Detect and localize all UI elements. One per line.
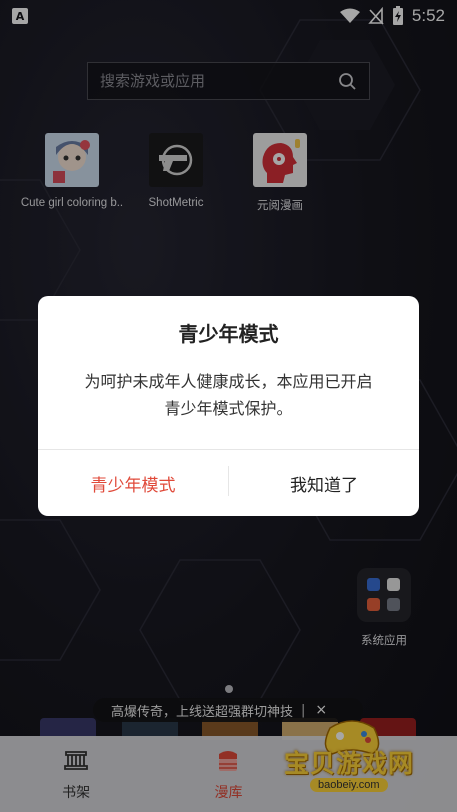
acknowledge-button[interactable]: 我知道了 bbox=[229, 450, 419, 516]
youth-mode-dialog: 青少年模式 为呵护未成年人健康成长，本应用已开启 青少年模式保护。 青少年模式 … bbox=[38, 296, 419, 516]
youth-mode-button[interactable]: 青少年模式 bbox=[38, 450, 228, 516]
dialog-message: 为呵护未成年人健康成长，本应用已开启 青少年模式保护。 bbox=[62, 368, 395, 422]
dialog-message-line: 为呵护未成年人健康成长，本应用已开启 bbox=[84, 372, 373, 391]
dialog-message-line: 青少年模式保护。 bbox=[164, 399, 293, 418]
dialog-title: 青少年模式 bbox=[178, 322, 279, 346]
